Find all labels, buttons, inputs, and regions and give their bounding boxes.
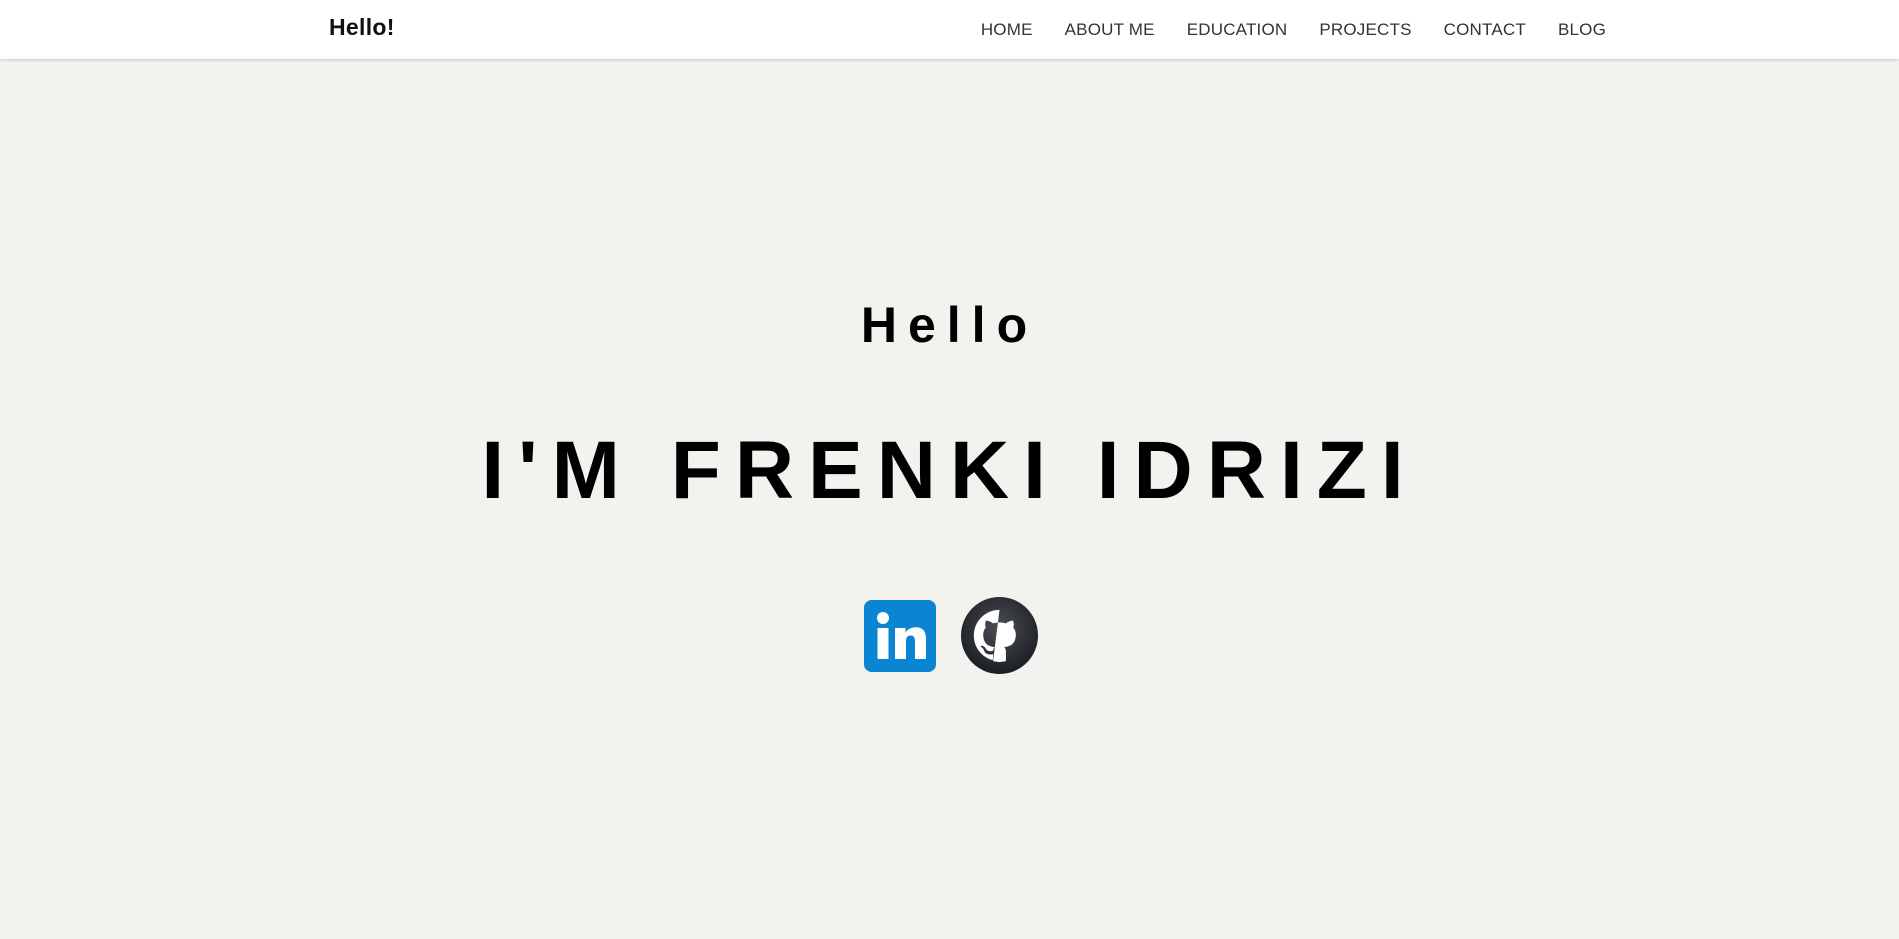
nav-menu: HOME ABOUT ME EDUCATION PROJECTS CONTACT… (981, 0, 1606, 59)
linkedin-icon (864, 599, 936, 672)
github-icon (960, 596, 1039, 675)
nav-item-education: EDUCATION (1187, 20, 1288, 40)
nav-link-about-me[interactable]: ABOUT ME (1065, 20, 1155, 39)
github-link[interactable] (960, 596, 1039, 675)
nav-item-contact: CONTACT (1444, 20, 1526, 40)
nav-item-about-me: ABOUT ME (1065, 20, 1155, 40)
nav-item-projects: PROJECTS (1319, 20, 1411, 40)
nav-link-blog[interactable]: BLOG (1558, 20, 1606, 39)
brand-logo[interactable]: Hello! (329, 14, 395, 41)
nav-item-home: HOME (981, 20, 1033, 40)
linkedin-link[interactable] (864, 599, 936, 672)
social-links (864, 596, 1039, 675)
nav-link-home[interactable]: HOME (981, 20, 1033, 39)
hero-greeting: Hello (860, 297, 1039, 353)
hero-headline: I'M FRENKI IDRIZI (481, 425, 1418, 516)
nav-link-education[interactable]: EDUCATION (1187, 20, 1288, 39)
nav-link-projects[interactable]: PROJECTS (1319, 20, 1411, 39)
top-navbar: Hello! HOME ABOUT ME EDUCATION PROJECTS … (0, 0, 1899, 59)
nav-item-blog: BLOG (1558, 20, 1606, 40)
nav-link-contact[interactable]: CONTACT (1444, 20, 1526, 39)
